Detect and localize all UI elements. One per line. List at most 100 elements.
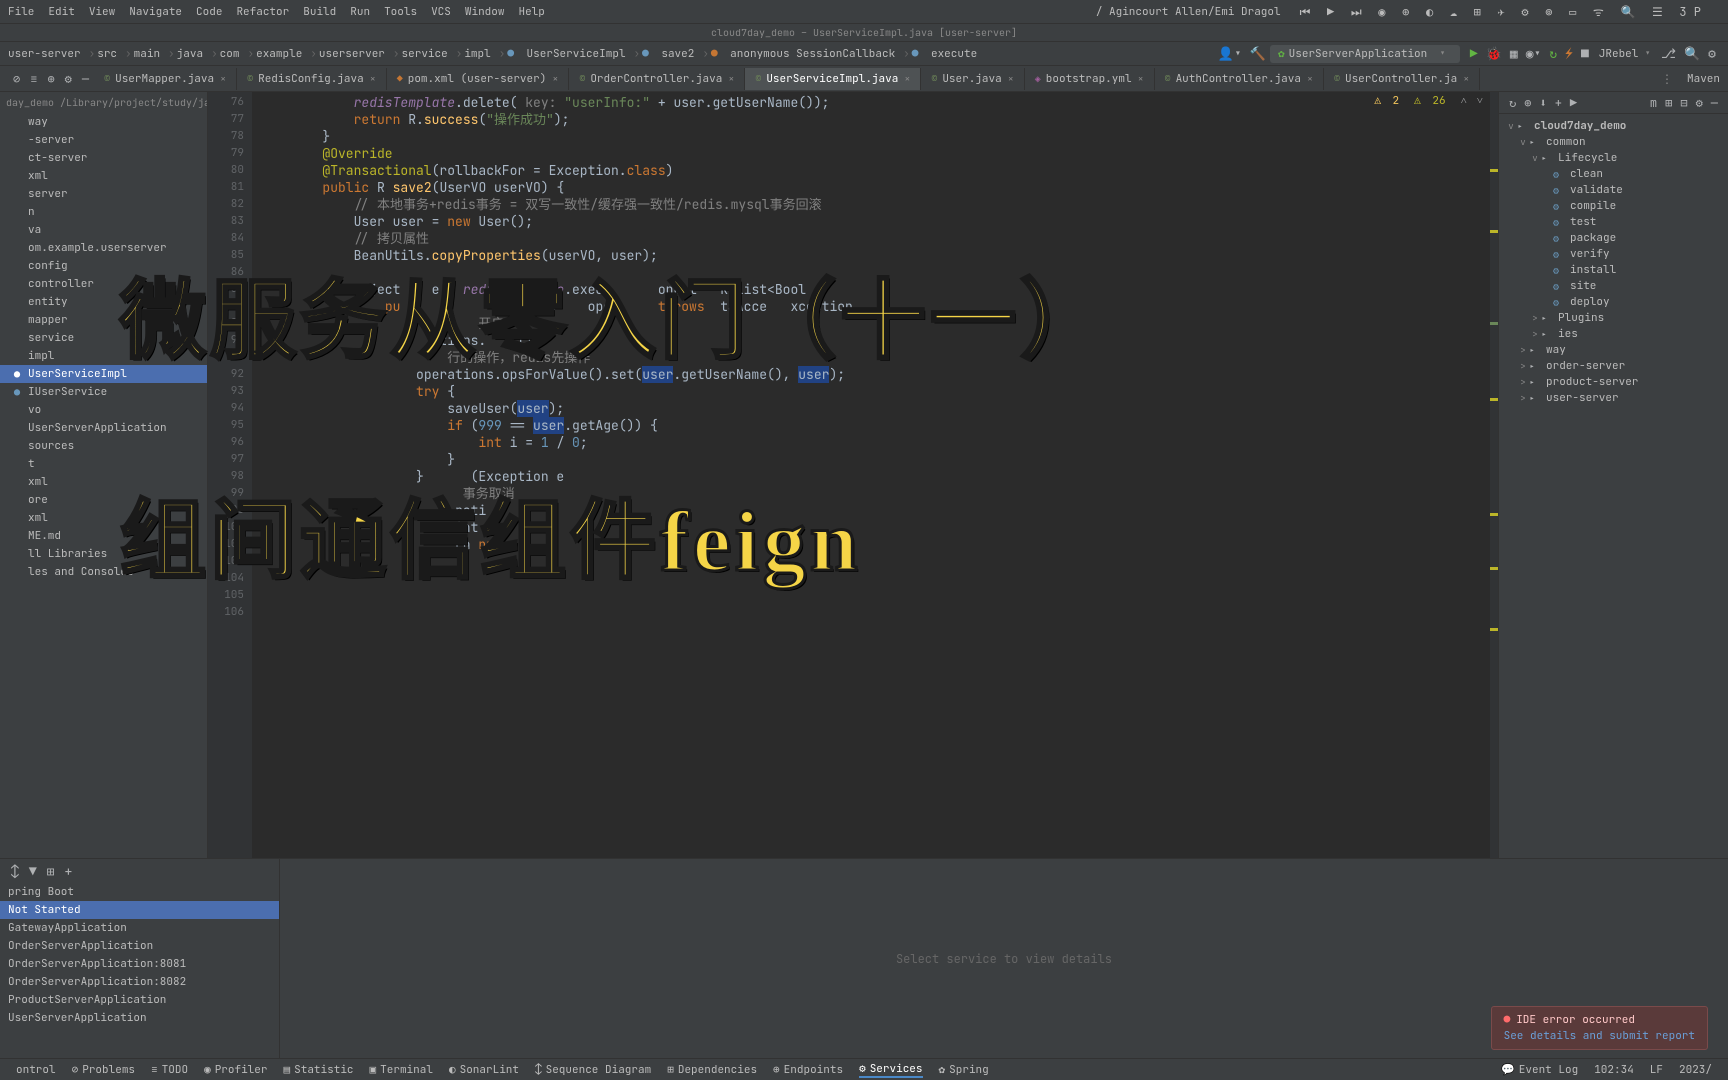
statusbar-tool[interactable]: ↕Sequence Diagram: [535, 1063, 651, 1077]
close-tab-icon[interactable]: ×: [1463, 72, 1469, 85]
search-icon[interactable]: 🔍: [1684, 45, 1700, 62]
project-tree-item[interactable]: om.example.userserver: [0, 239, 207, 257]
maven-tree-item[interactable]: v▸cloud7day_demo: [1499, 118, 1728, 134]
close-tab-icon[interactable]: ×: [220, 72, 226, 85]
project-tree-item[interactable]: n: [0, 203, 207, 221]
editor-tab[interactable]: ◆pom.xml (user-server)×: [387, 68, 570, 90]
collapse-icon[interactable]: ⊟: [1680, 95, 1687, 111]
hammer-icon[interactable]: 🔨: [1250, 45, 1266, 62]
statusbar-tool[interactable]: ⊘Problems: [72, 1063, 135, 1077]
project-tree-item[interactable]: -server: [0, 131, 207, 149]
project-tree-item[interactable]: les and Consoles: [0, 563, 207, 581]
group-icon[interactable]: ⊞: [47, 863, 55, 880]
project-tree-item[interactable]: UserServerApplication: [0, 419, 207, 437]
breadcrumb-item[interactable]: main: [134, 47, 160, 61]
menu-item[interactable]: Run: [350, 5, 370, 19]
editor-tab[interactable]: ©UserMapper.java×: [94, 68, 237, 90]
stop-icon[interactable]: ■: [1581, 45, 1589, 62]
maven-tool-label[interactable]: Maven: [1687, 72, 1720, 86]
menu-item[interactable]: Code: [196, 5, 222, 19]
maven-tree-item[interactable]: v▸common: [1499, 134, 1728, 150]
expand-icon[interactable]: ≡: [30, 71, 37, 87]
jrebel-label[interactable]: JRebel: [1599, 47, 1639, 61]
close-tab-icon[interactable]: ×: [904, 72, 910, 85]
service-item[interactable]: UserServerApplication: [0, 1009, 279, 1027]
project-root[interactable]: day_demo /Library/project/study/java/clo…: [0, 92, 207, 113]
user-icon[interactable]: 👤▾: [1218, 45, 1242, 62]
settings-icon[interactable]: ⚙: [65, 71, 72, 87]
service-item[interactable]: pring Boot: [0, 883, 279, 901]
breadcrumb-item[interactable]: example: [256, 47, 302, 61]
service-item[interactable]: OrderServerApplication: [0, 937, 279, 955]
cursor-position[interactable]: 102:34: [1594, 1063, 1634, 1077]
maven-tree-item[interactable]: ⚙test: [1499, 214, 1728, 230]
menu-item[interactable]: Build: [303, 5, 336, 19]
ide-error-popup[interactable]: ●IDE error occurred See details and subm…: [1491, 1006, 1708, 1050]
project-tree-item[interactable]: ore: [0, 491, 207, 509]
code-editor[interactable]: 7677787980818283848586878889909192939495…: [208, 92, 1498, 858]
rerun-icon[interactable]: ↻: [1549, 45, 1557, 62]
project-tree-item[interactable]: service: [0, 329, 207, 347]
clock[interactable]: 3 P: [1679, 4, 1701, 20]
editor-tab[interactable]: ©UserServiceImpl.java×: [745, 68, 921, 90]
wifi-icon[interactable]: ⊚: [1545, 4, 1552, 20]
generate-icon[interactable]: ⊕: [1524, 95, 1531, 111]
minimize-icon[interactable]: —: [1711, 95, 1718, 111]
breadcrumb-item[interactable]: ● anonymous SessionCallback: [711, 47, 895, 61]
maven-tree-item[interactable]: >▸product-server: [1499, 374, 1728, 390]
profile-icon[interactable]: ◉▾: [1526, 45, 1542, 62]
project-tree-item[interactable]: xml: [0, 167, 207, 185]
maven-tree-item[interactable]: v▸Lifecycle: [1499, 150, 1728, 166]
maven-tree-item[interactable]: >▸ way: [1499, 342, 1728, 358]
tray-icon[interactable]: ⊞: [1474, 4, 1481, 20]
close-tab-icon[interactable]: ×: [1138, 72, 1144, 85]
select-icon[interactable]: ⊕: [47, 71, 54, 87]
tray-icon[interactable]: ⚙: [1521, 4, 1528, 20]
menu-item[interactable]: Refactor: [236, 5, 289, 19]
close-tab-icon[interactable]: ×: [1008, 72, 1014, 85]
menu-item[interactable]: Tools: [384, 5, 417, 19]
close-tab-icon[interactable]: ×: [370, 72, 376, 85]
project-tree-item[interactable]: entity: [0, 293, 207, 311]
breadcrumb-item[interactable]: user-server: [8, 47, 81, 61]
maven-tree-item[interactable]: ⚙package: [1499, 230, 1728, 246]
vcs-icon[interactable]: ⎇: [1661, 45, 1676, 62]
menu-item[interactable]: Help: [518, 5, 544, 19]
settings-icon[interactable]: ⚙: [1708, 45, 1716, 62]
project-tree-item[interactable]: impl: [0, 347, 207, 365]
menu-item[interactable]: Edit: [48, 5, 74, 19]
maven-tree-item[interactable]: ⚙clean: [1499, 166, 1728, 182]
control-icon[interactable]: ☰: [1652, 4, 1663, 20]
project-tree-item[interactable]: server: [0, 185, 207, 203]
maven-tree-item[interactable]: >▸order-server: [1499, 358, 1728, 374]
close-tab-icon[interactable]: ×: [552, 72, 558, 85]
statusbar-tool[interactable]: ⊕Endpoints: [773, 1063, 843, 1077]
service-item[interactable]: OrderServerApplication:8081: [0, 955, 279, 973]
battery-icon[interactable]: ▭: [1569, 4, 1576, 20]
statusbar-tool[interactable]: ontrol: [16, 1063, 56, 1077]
down-icon[interactable]: ˅: [1477, 94, 1483, 108]
maven-tree-item[interactable]: ⚙deploy: [1499, 294, 1728, 310]
editor-tab[interactable]: ◈bootstrap.yml×: [1025, 68, 1155, 90]
breadcrumb-item[interactable]: src: [97, 47, 117, 61]
project-tree-item[interactable]: mapper: [0, 311, 207, 329]
add-icon[interactable]: +: [64, 863, 72, 880]
close-tab-icon[interactable]: ×: [1307, 72, 1313, 85]
minimap[interactable]: [1490, 92, 1498, 858]
editor-tab[interactable]: ©OrderController.java×: [569, 68, 745, 90]
filter-icon[interactable]: ▼: [29, 863, 37, 880]
maven-tree-item[interactable]: ⚙validate: [1499, 182, 1728, 198]
run-icon[interactable]: ▶: [1470, 45, 1478, 62]
project-tree-item[interactable]: way: [0, 113, 207, 131]
statusbar-tool[interactable]: ▤Statistic: [284, 1063, 354, 1077]
coverage-icon[interactable]: ▦: [1510, 45, 1518, 62]
editor-tab[interactable]: ©AuthController.java×: [1155, 68, 1324, 90]
settings-icon[interactable]: ⚙: [1696, 95, 1703, 111]
maven-tree-item[interactable]: >▸user-server: [1499, 390, 1728, 406]
project-tree-item[interactable]: va: [0, 221, 207, 239]
project-tree-item[interactable]: xml: [0, 509, 207, 527]
search-icon[interactable]: 🔍: [1620, 4, 1635, 20]
project-tree-item[interactable]: ●IUserService: [0, 383, 207, 401]
breadcrumb-item[interactable]: ● execute: [912, 47, 977, 61]
toggle-icon[interactable]: m: [1650, 95, 1657, 111]
